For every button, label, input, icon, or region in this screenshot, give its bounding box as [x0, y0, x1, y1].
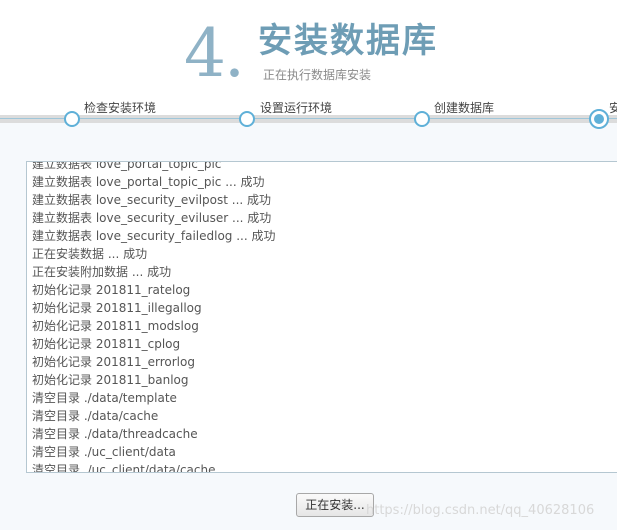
installing-button[interactable]: 正在安装... [296, 493, 374, 517]
install-log[interactable]: 建立数据表 love_portal_topic_pic 建立数据表 love_po… [26, 161, 617, 473]
log-line: 建立数据表 love_security_evilpost ... 成功 [32, 193, 272, 207]
log-line: 清空目录 ./uc_client/data [32, 445, 176, 459]
install-log-lines: 建立数据表 love_portal_topic_pic 建立数据表 love_po… [32, 161, 276, 473]
step-label-install: 安 [609, 101, 617, 115]
log-line: 初始化记录 201811_modslog [32, 319, 199, 333]
log-line: 清空目录 ./data/template [32, 391, 177, 405]
watermark-text: https://blog.csdn.net/qq_40628106 [366, 503, 595, 518]
log-line: 初始化记录 201811_ratelog [32, 283, 191, 297]
step-circle-install [589, 109, 609, 129]
progress-track [0, 115, 617, 123]
log-line: 初始化记录 201811_banlog [32, 373, 189, 387]
log-line: 建立数据表 love_portal_topic_pic [32, 161, 222, 171]
page-subtitle: 正在执行数据库安装 [263, 68, 372, 82]
log-line: 建立数据表 love_security_eviluser ... 成功 [32, 211, 272, 225]
page-header: 4. 安装数据库 正在执行数据库安装 检查安装环境 设置运行环境 创建数据库 安 [0, 0, 617, 129]
log-line: 正在安装数据 ... 成功 [32, 247, 148, 261]
page-title: 安装数据库 [258, 21, 438, 61]
step-circle-check-env [64, 111, 80, 127]
log-line: 清空目录 ./uc_client/data/cache [32, 463, 216, 473]
step-label-create-db: 创建数据库 [434, 101, 495, 115]
step-circle-create-db [414, 111, 430, 127]
log-line: 初始化记录 201811_cplog [32, 337, 181, 351]
step-number: 4. [184, 15, 245, 92]
log-line: 初始化记录 201811_errorlog [32, 355, 195, 369]
log-line: 正在安装附加数据 ... 成功 [32, 265, 172, 279]
progress-track-line [0, 118, 617, 119]
step-label-set-env: 设置运行环境 [260, 101, 333, 115]
log-line: 清空目录 ./data/threadcache [32, 427, 198, 441]
log-line: 建立数据表 love_portal_topic_pic ... 成功 [32, 175, 265, 189]
log-line: 初始化记录 201811_illegallog [32, 301, 202, 315]
log-line: 建立数据表 love_security_failedlog ... 成功 [32, 229, 276, 243]
log-line: 清空目录 ./data/cache [32, 409, 159, 423]
step-label-check-env: 检查安装环境 [84, 101, 157, 115]
step-circle-set-env [239, 111, 255, 127]
